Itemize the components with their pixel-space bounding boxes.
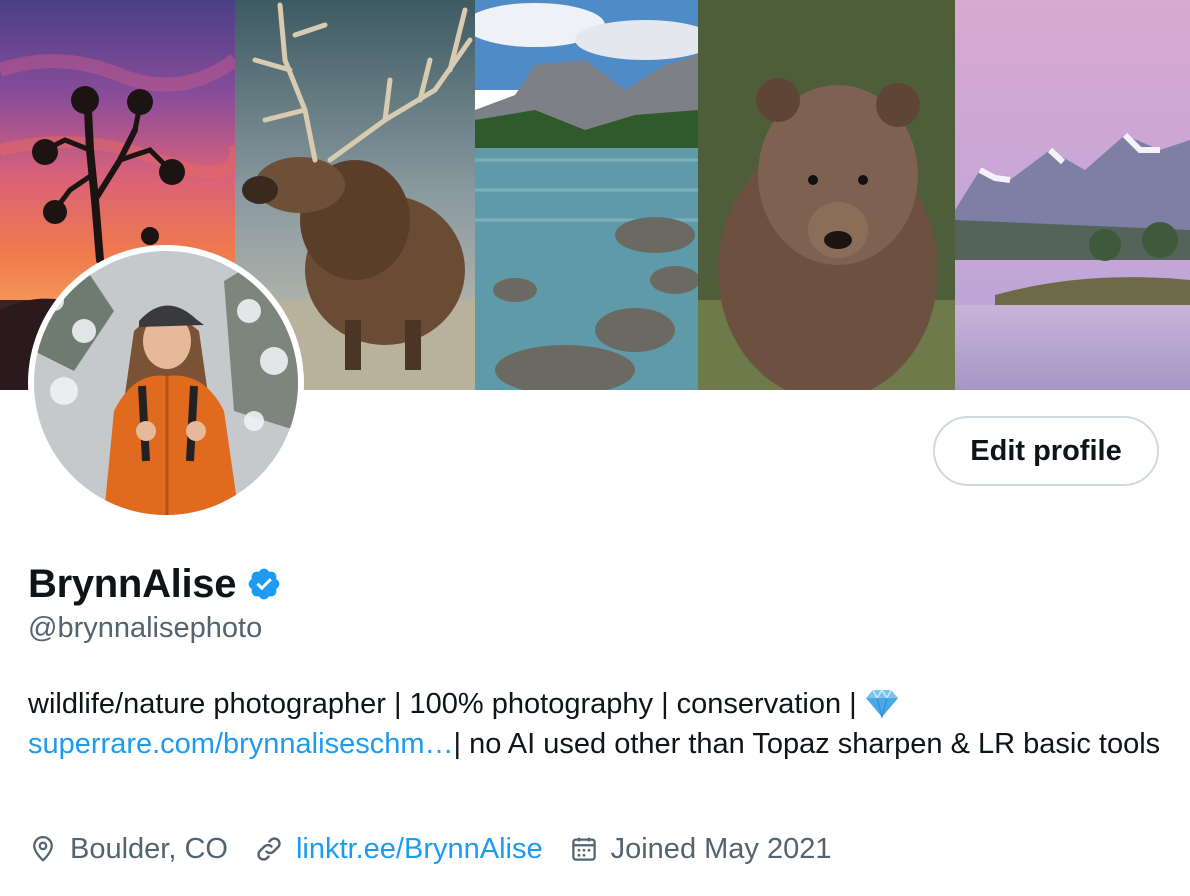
display-name: BrynnAlise <box>28 561 237 606</box>
gem-icon <box>865 688 899 720</box>
profile-name-row: BrynnAlise <box>28 558 282 610</box>
verified-badge-icon[interactable] <box>246 566 282 602</box>
profile-bio: wildlife/nature photographer | 100% phot… <box>28 684 1168 764</box>
profile-avatar[interactable] <box>28 245 304 521</box>
banner-photo-mountain-reflection <box>955 0 1190 390</box>
calendar-icon <box>569 834 599 864</box>
avatar-photo <box>34 251 298 515</box>
bio-text-1: wildlife/nature photographer | 100% phot… <box>28 688 865 720</box>
location-pin-icon <box>28 834 58 864</box>
joined-text: Joined May 2021 <box>610 832 832 865</box>
edit-profile-button[interactable]: Edit profile <box>933 416 1159 486</box>
profile-handle: @brynnalisephoto <box>28 612 263 644</box>
bio-link-superrare[interactable]: superrare.com/brynnaliseschm… <box>28 728 453 760</box>
banner-photo-grizzly-bear <box>698 0 955 390</box>
link-icon <box>254 834 284 864</box>
website-item: linktr.ee/BrynnAlise <box>254 833 543 866</box>
website-link[interactable]: linktr.ee/BrynnAlise <box>296 833 543 866</box>
banner-photo-mountain-lake <box>475 0 698 390</box>
bio-text-2: | no AI used other than Topaz sharpen & … <box>453 728 1161 760</box>
location-text: Boulder, CO <box>70 832 228 865</box>
location-item: Boulder, CO <box>28 833 228 866</box>
profile-meta-row: Boulder, CO linktr.ee/BrynnAlise Joined … <box>28 826 857 872</box>
joined-item: Joined May 2021 <box>569 832 832 866</box>
